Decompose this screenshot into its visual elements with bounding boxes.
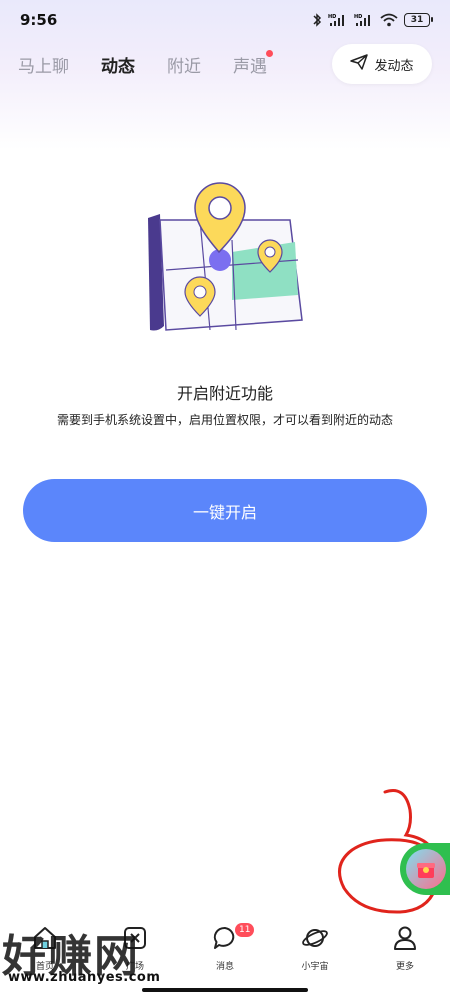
battery-icon: 31 [404, 13, 433, 27]
empty-state-description: 需要到手机系统设置中，启用位置权限，才可以看到附近的动态 [56, 413, 393, 427]
bluetooth-icon [312, 13, 322, 27]
person-icon [392, 925, 418, 955]
empty-state-title: 开启附近功能 [176, 384, 273, 403]
map-pin-icon [140, 180, 310, 340]
floating-gift-widget[interactable] [400, 843, 450, 895]
hd-signal-icon: HD [328, 13, 348, 27]
nav-universe[interactable]: 小宇宙 [270, 915, 360, 985]
tab-nearby[interactable]: 附近 [167, 52, 201, 77]
nav-universe-label: 小宇宙 [301, 962, 329, 972]
watermark-url: www.zhuanyes.com [8, 970, 161, 985]
nav-more-label: 更多 [395, 962, 414, 972]
planet-icon [301, 925, 329, 955]
message-badge: 11 [235, 923, 255, 937]
tab-moments[interactable]: 动态 [101, 52, 135, 77]
tab-chat-now[interactable]: 马上聊 [18, 52, 69, 77]
post-moment-button[interactable]: 发动态 [332, 44, 432, 84]
svg-text:HD: HD [354, 14, 362, 20]
tab-voice-meet-label: 声遇 [233, 56, 267, 77]
status-bar: 9:56 HD HD 31 [0, 0, 450, 40]
home-indicator [142, 988, 308, 992]
nav-more[interactable]: 更多 [360, 915, 450, 985]
wifi-icon [380, 13, 398, 27]
send-icon [350, 54, 369, 74]
hd-signal-icon: HD [354, 13, 374, 27]
tab-voice-meet[interactable]: 声遇 [233, 49, 273, 77]
gift-icon [406, 849, 446, 889]
notification-dot [266, 49, 273, 57]
watermark: 好赚网 www.zhuanyes.com [0, 920, 200, 990]
status-time: 9:56 [20, 11, 58, 29]
status-icons: HD HD 31 [312, 13, 433, 27]
post-moment-label: 发动态 [374, 58, 414, 74]
svg-text:HD: HD [328, 14, 336, 20]
nav-messages-label: 消息 [215, 962, 234, 972]
enable-location-button[interactable]: 一键开启 [23, 479, 427, 542]
